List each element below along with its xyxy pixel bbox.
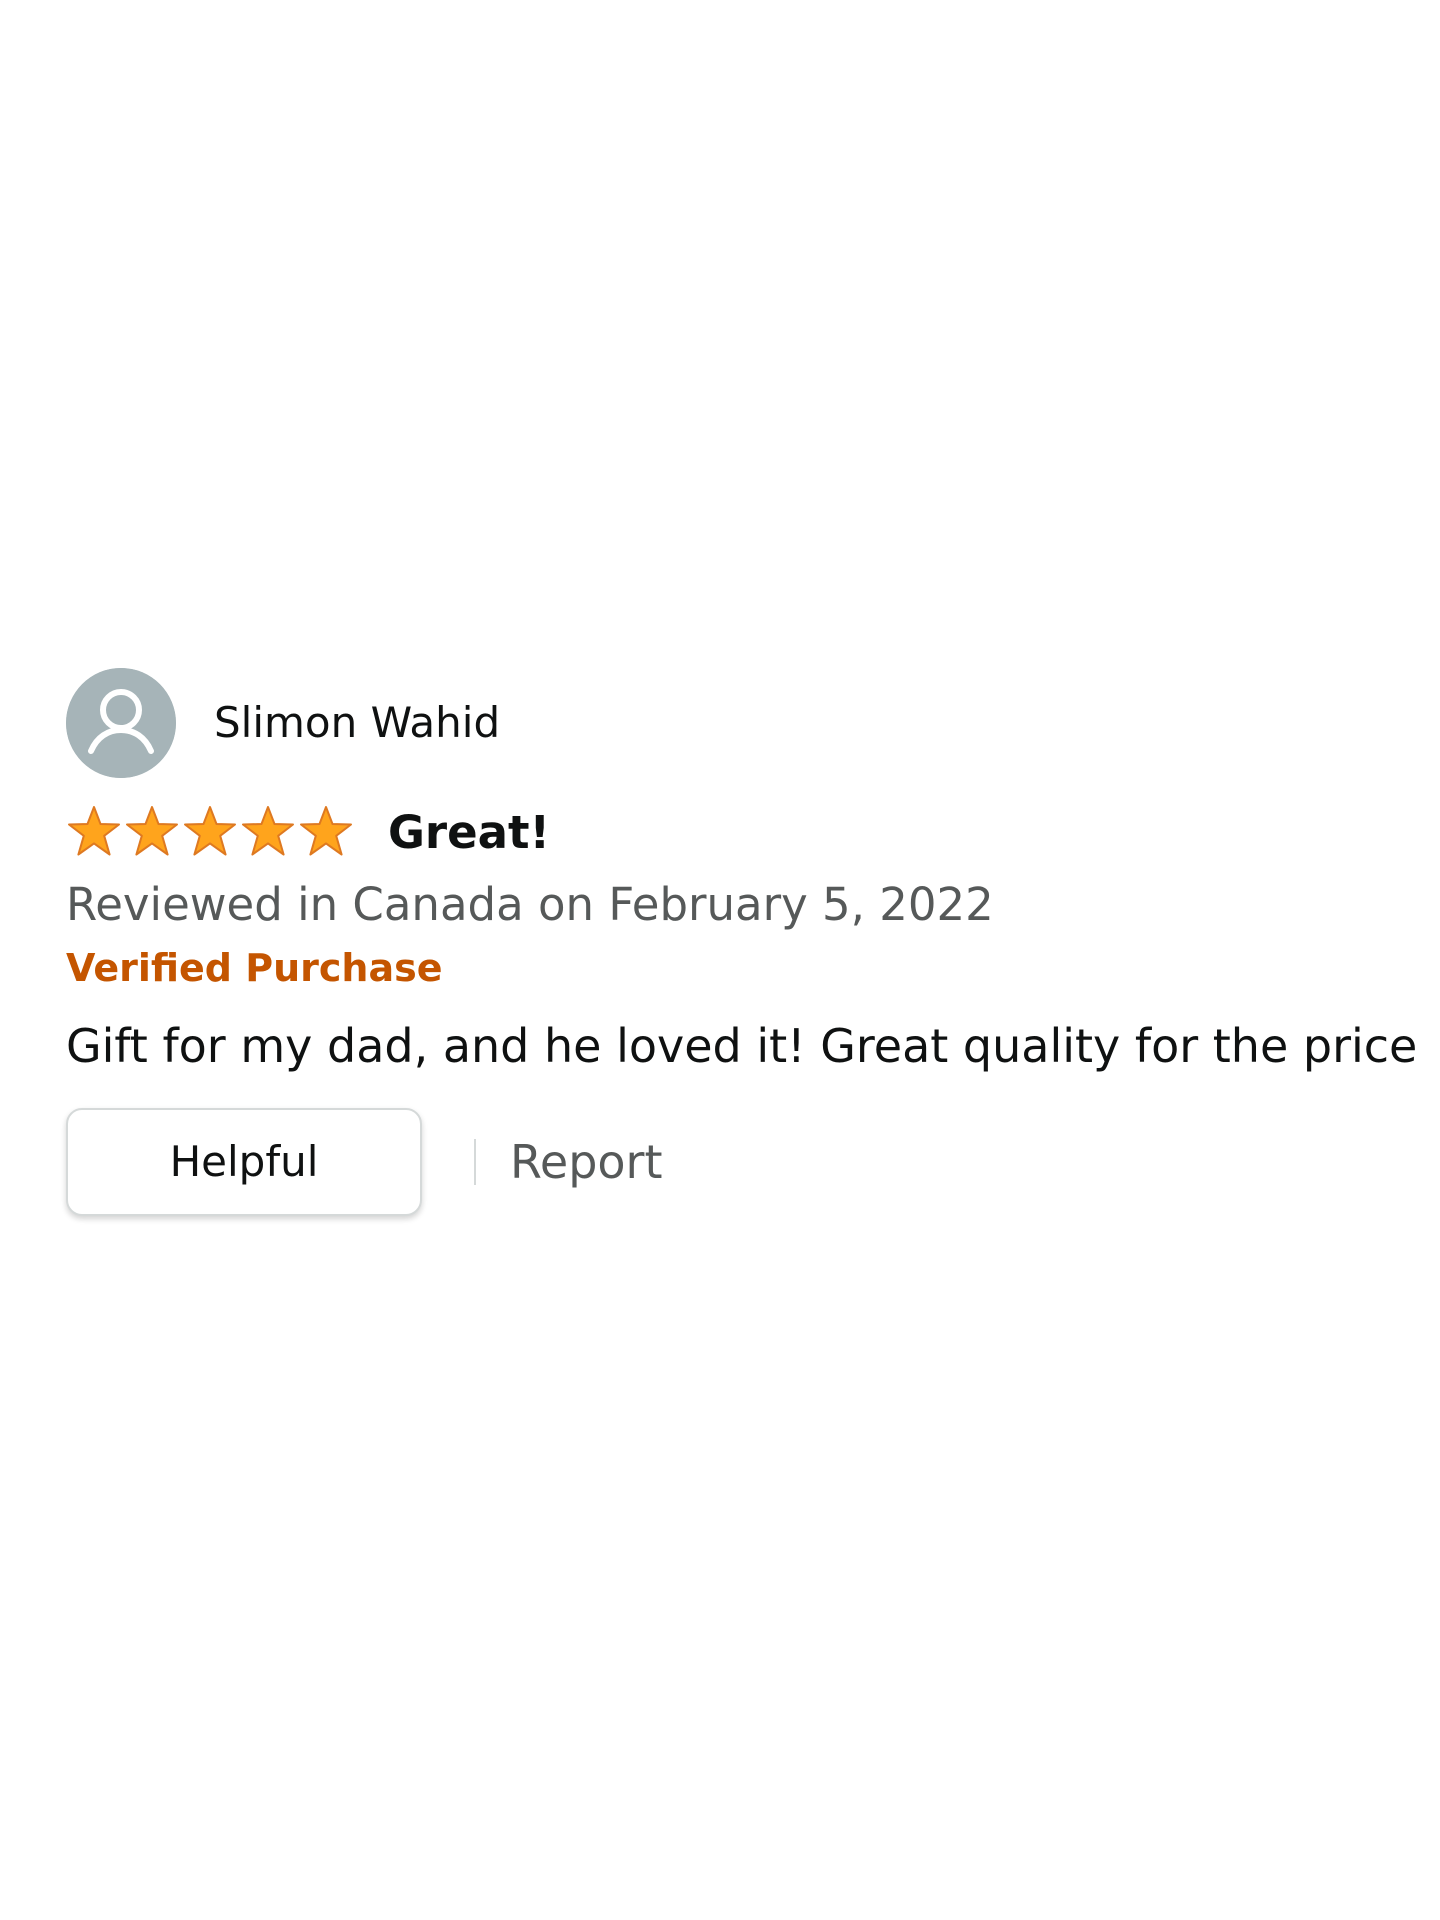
star-icon-1 xyxy=(66,804,122,860)
reviewer-profile[interactable]: Slimon Wahid xyxy=(66,668,1406,778)
verified-purchase-badge: Verified Purchase xyxy=(66,945,443,990)
star-icon-2 xyxy=(124,804,180,860)
review-actions: Helpful Report xyxy=(66,1106,1406,1218)
review-body: Gift for my dad, and he loved it! Great … xyxy=(66,1019,1418,1074)
review-date: Reviewed in Canada on February 5, 2022 xyxy=(66,878,994,931)
report-link[interactable]: Report xyxy=(510,1139,663,1185)
customer-review: Slimon Wahid Great! Reviewed in Canada o… xyxy=(66,668,1418,1218)
star-icon-5 xyxy=(298,804,354,860)
reviewer-name[interactable]: Slimon Wahid xyxy=(214,702,500,744)
helpful-button[interactable]: Helpful xyxy=(66,1107,422,1216)
star-rating[interactable] xyxy=(66,804,354,860)
star-icon-4 xyxy=(240,804,296,860)
star-icon-3 xyxy=(182,804,238,860)
user-avatar-icon[interactable] xyxy=(66,668,176,778)
review-title-row: Great! xyxy=(66,802,1406,862)
review-title[interactable]: Great! xyxy=(388,810,550,855)
action-separator xyxy=(474,1138,476,1185)
